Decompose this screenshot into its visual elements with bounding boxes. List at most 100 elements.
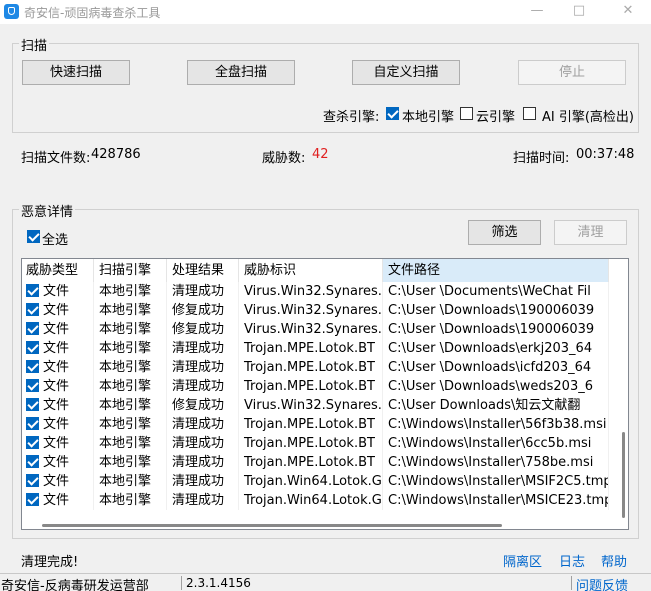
full-scan-button[interactable]: 全盘扫描 [187, 60, 295, 85]
row-checkbox[interactable] [26, 284, 39, 297]
row-path-cell: C:\User \Downloads\erkj203_64 [383, 339, 609, 358]
row-threat-text: Trojan.Win64.Lotok.G [244, 474, 382, 489]
row-threat-text: Virus.Win32.Synares.D [244, 284, 383, 299]
row-type-text: 文件 [43, 436, 70, 451]
vertical-scroll-thumb[interactable] [622, 432, 625, 518]
stop-button[interactable]: 停止 [518, 60, 626, 85]
row-type-text: 文件 [43, 398, 70, 413]
table-row[interactable]: 文件 本地引擎 清理成功 Trojan.MPE.Lotok.BT C:\Windows\… [22, 434, 620, 453]
row-engine-cell: 本地引擎 [94, 301, 167, 320]
row-path-text: C:\Windows\Installer\56f3b38.msi [388, 417, 607, 432]
feedback-link[interactable]: 问题反馈 [576, 575, 628, 591]
clean-button[interactable]: 清理 [554, 220, 627, 245]
row-threat-cell: Trojan.MPE.Lotok.BT [239, 377, 383, 396]
table-row[interactable]: 文件 本地引擎 修复成功 Virus.Win32.Synares.D C:\User D… [22, 396, 620, 415]
row-result-text: 修复成功 [172, 303, 225, 318]
table-row[interactable]: 文件 本地引擎 清理成功 Trojan.MPE.Lotok.BT C:\Windows\… [22, 453, 620, 472]
row-checkbox[interactable] [26, 417, 39, 430]
row-engine-text: 本地引擎 [99, 379, 152, 394]
table-row[interactable]: 文件 本地引擎 清理成功 Trojan.MPE.Lotok.BT C:\User \Do… [22, 358, 620, 377]
row-path-cell: C:\User \Downloads\icfd203_64 [383, 358, 609, 377]
row-engine-text: 本地引擎 [99, 436, 152, 451]
row-type-cell: 文件 [22, 472, 94, 491]
row-path-cell: C:\Windows\Installer\758be.msi [383, 453, 609, 472]
row-path-text: C:\Windows\Installer\6cc5b.msi [388, 436, 592, 451]
local-engine-label: 本地引擎 [402, 110, 455, 125]
row-checkbox[interactable] [26, 379, 39, 392]
table-row[interactable]: 文件 本地引擎 清理成功 Trojan.Win64.Lotok.G C:\Windows… [22, 472, 620, 491]
table-row[interactable]: 文件 本地引擎 清理成功 Trojan.Win64.Lotok.G C:\Windows… [22, 491, 620, 510]
column-header-engine[interactable]: 扫描引擎 [94, 259, 167, 282]
row-type-cell: 文件 [22, 491, 94, 510]
row-checkbox[interactable] [26, 474, 39, 487]
row-path-cell: C:\User \Documents\WeChat Fil [383, 282, 609, 301]
row-engine-cell: 本地引擎 [94, 358, 167, 377]
row-threat-text: Trojan.MPE.Lotok.BT [244, 436, 375, 451]
row-path-cell: C:\Windows\Installer\MSICE23.tmp [383, 491, 609, 510]
quick-scan-button[interactable]: 快速扫描 [22, 60, 130, 85]
column-header-type[interactable]: 威胁类型 [22, 259, 94, 282]
row-checkbox[interactable] [26, 455, 39, 468]
cloud-engine-checkbox[interactable] [460, 107, 473, 120]
filter-button[interactable]: 筛选 [468, 220, 541, 245]
horizontal-scroll-thumb[interactable] [42, 524, 502, 527]
row-threat-text: Trojan.MPE.Lotok.BT [244, 417, 375, 432]
row-threat-cell: Virus.Win32.Synares.D [239, 320, 383, 339]
row-engine-text: 本地引擎 [99, 417, 152, 432]
row-result-cell: 清理成功 [167, 453, 239, 472]
row-type-cell: 文件 [22, 301, 94, 320]
row-checkbox[interactable] [26, 360, 39, 373]
close-icon[interactable]: ✕ [605, 0, 651, 24]
row-engine-cell: 本地引擎 [94, 434, 167, 453]
column-header-path[interactable]: 文件路径 [383, 259, 609, 282]
table-row[interactable]: 文件 本地引擎 清理成功 Trojan.MPE.Lotok.BT C:\User \Do… [22, 377, 620, 396]
row-type-text: 文件 [43, 379, 70, 394]
select-all-checkbox[interactable] [27, 230, 40, 243]
files-scanned-value: 428786 [91, 147, 141, 162]
row-result-cell: 清理成功 [167, 339, 239, 358]
maximize-icon[interactable]: □ [556, 0, 602, 24]
help-link[interactable]: 帮助 [601, 551, 627, 570]
row-result-text: 清理成功 [172, 341, 225, 356]
scan-time-label: 扫描时间: [513, 151, 570, 166]
table-row[interactable]: 文件 本地引擎 清理成功 Trojan.MPE.Lotok.BT C:\User \Do… [22, 339, 620, 358]
table-body: 文件 本地引擎 清理成功 Virus.Win32.Synares.D C:\User \… [22, 282, 620, 510]
row-threat-cell: Trojan.Win64.Lotok.G [239, 491, 383, 510]
row-checkbox[interactable] [26, 303, 39, 316]
table-row[interactable]: 文件 本地引擎 清理成功 Trojan.MPE.Lotok.BT C:\Windows\… [22, 415, 620, 434]
ai-engine-checkbox[interactable] [523, 107, 536, 120]
row-checkbox[interactable] [26, 341, 39, 354]
row-engine-cell: 本地引擎 [94, 453, 167, 472]
table-row[interactable]: 文件 本地引擎 清理成功 Virus.Win32.Synares.D C:\User \… [22, 282, 620, 301]
row-checkbox[interactable] [26, 322, 39, 335]
ai-engine-label: AI 引擎(高检出) [542, 110, 635, 125]
quarantine-link[interactable]: 隔离区 [503, 551, 542, 570]
table-row[interactable]: 文件 本地引擎 修复成功 Virus.Win32.Synares.D C:\User \… [22, 320, 620, 339]
row-type-text: 文件 [43, 417, 70, 432]
version-label: 2.3.1.4156 [186, 576, 251, 590]
horizontal-scrollbar[interactable] [22, 521, 620, 529]
row-checkbox[interactable] [26, 493, 39, 506]
details-group-label: 恶意详情 [19, 201, 76, 220]
column-header-result[interactable]: 处理结果 [167, 259, 239, 282]
row-checkbox[interactable] [26, 398, 39, 411]
log-link[interactable]: 日志 [559, 551, 585, 570]
table-row[interactable]: 文件 本地引擎 修复成功 Virus.Win32.Synares.D C:\User \… [22, 301, 620, 320]
row-result-cell: 清理成功 [167, 377, 239, 396]
row-engine-text: 本地引擎 [99, 341, 152, 356]
row-engine-text: 本地引擎 [99, 474, 152, 489]
row-threat-text: Virus.Win32.Synares.D [244, 398, 383, 413]
minimize-icon[interactable]: — [514, 0, 560, 24]
row-engine-cell: 本地引擎 [94, 415, 167, 434]
row-engine-cell: 本地引擎 [94, 491, 167, 510]
row-engine-text: 本地引擎 [99, 284, 152, 299]
column-header-threat[interactable]: 威胁标识 [239, 259, 383, 282]
row-path-text: C:\User \Downloads\190006039 [388, 303, 595, 318]
row-result-cell: 清理成功 [167, 282, 239, 301]
local-engine-checkbox[interactable] [386, 107, 399, 120]
vertical-scrollbar[interactable] [620, 282, 628, 529]
custom-scan-button[interactable]: 自定义扫描 [352, 60, 460, 85]
row-checkbox[interactable] [26, 436, 39, 449]
row-type-text: 文件 [43, 474, 70, 489]
row-result-text: 清理成功 [172, 417, 225, 432]
